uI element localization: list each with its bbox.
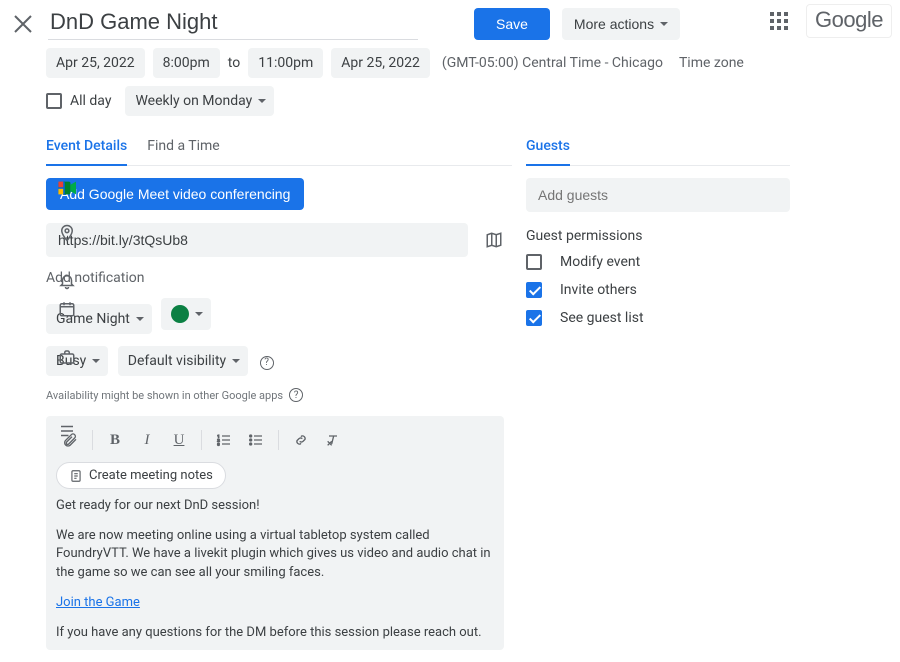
calendar-icon: [58, 300, 82, 318]
to-label: to: [228, 55, 240, 71]
add-guests-input[interactable]: [526, 178, 790, 212]
description-box[interactable]: B I U 123 Create meeting notes Get ready…: [46, 416, 504, 650]
doc-icon: [69, 469, 83, 483]
clear-format-icon[interactable]: [319, 426, 347, 454]
all-day-label: All day: [70, 93, 111, 109]
help-icon[interactable]: ?: [260, 356, 274, 370]
bulleted-list-icon[interactable]: [242, 426, 270, 454]
desc-p2: We are now meeting online using a virtua…: [56, 527, 494, 582]
add-meet-button[interactable]: Add Google Meet video conferencing: [46, 178, 304, 210]
chevron-down-icon: [136, 317, 144, 321]
location-input[interactable]: [46, 223, 468, 257]
description-icon: [58, 422, 82, 440]
create-notes-label: Create meeting notes: [89, 468, 213, 483]
see-guest-list-label: See guest list: [560, 310, 644, 326]
timezone-text: (GMT-05:00) Central Time - Chicago: [442, 55, 663, 71]
apps-grid-icon[interactable]: [770, 12, 788, 30]
visibility-select[interactable]: Default visibility: [118, 346, 248, 376]
location-icon: [58, 224, 82, 242]
modify-event-label: Modify event: [560, 254, 640, 270]
svg-text:3: 3: [217, 441, 219, 446]
join-game-link[interactable]: Join the Game: [56, 595, 140, 610]
desc-p3: If you have any questions for the DM bef…: [56, 624, 494, 642]
visibility-label: Default visibility: [128, 353, 226, 369]
chevron-down-icon: [660, 22, 668, 26]
timezone-link[interactable]: Time zone: [679, 55, 744, 71]
create-notes-chip[interactable]: Create meeting notes: [56, 462, 226, 489]
meet-icon: [58, 180, 82, 196]
help-icon[interactable]: ?: [289, 388, 303, 402]
modify-event-checkbox[interactable]: [526, 254, 542, 270]
invite-others-checkbox[interactable]: [526, 282, 542, 298]
end-date-chip[interactable]: Apr 25, 2022: [331, 48, 430, 78]
italic-icon[interactable]: I: [133, 426, 161, 454]
tab-find-a-time[interactable]: Find a Time: [147, 132, 220, 165]
numbered-list-icon[interactable]: 123: [210, 426, 238, 454]
map-icon[interactable]: [476, 222, 512, 258]
chevron-down-icon: [258, 99, 266, 103]
color-select[interactable]: [161, 298, 211, 330]
chevron-down-icon: [195, 312, 203, 316]
google-logo: Google: [806, 4, 892, 38]
bold-icon[interactable]: B: [101, 426, 129, 454]
more-actions-label: More actions: [574, 16, 654, 32]
more-actions-button[interactable]: More actions: [562, 8, 680, 40]
description-text[interactable]: Get ready for our next DnD session! We a…: [56, 489, 494, 642]
close-icon[interactable]: [14, 15, 38, 33]
save-button[interactable]: Save: [474, 8, 550, 40]
end-time-chip[interactable]: 11:00pm: [248, 48, 323, 78]
briefcase-icon: [58, 348, 82, 366]
event-title-input[interactable]: [48, 8, 418, 39]
color-swatch: [171, 305, 189, 323]
link-icon[interactable]: [287, 426, 315, 454]
underline-icon[interactable]: U: [165, 426, 193, 454]
invite-others-label: Invite others: [560, 282, 637, 298]
start-time-chip[interactable]: 8:00pm: [153, 48, 220, 78]
guest-permissions-title: Guest permissions: [526, 228, 790, 244]
recurrence-select[interactable]: Weekly on Monday: [125, 86, 274, 116]
tab-guests[interactable]: Guests: [526, 132, 570, 166]
tab-event-details[interactable]: Event Details: [46, 132, 127, 166]
chevron-down-icon: [232, 359, 240, 363]
start-date-chip[interactable]: Apr 25, 2022: [46, 48, 145, 78]
all-day-checkbox[interactable]: [46, 93, 62, 109]
bell-icon: [58, 272, 82, 290]
availability-note: Availability might be shown in other Goo…: [46, 389, 283, 402]
desc-p1: Get ready for our next DnD session!: [56, 497, 494, 515]
chevron-down-icon: [92, 359, 100, 363]
recurrence-label: Weekly on Monday: [135, 93, 252, 109]
see-guest-list-checkbox[interactable]: [526, 310, 542, 326]
